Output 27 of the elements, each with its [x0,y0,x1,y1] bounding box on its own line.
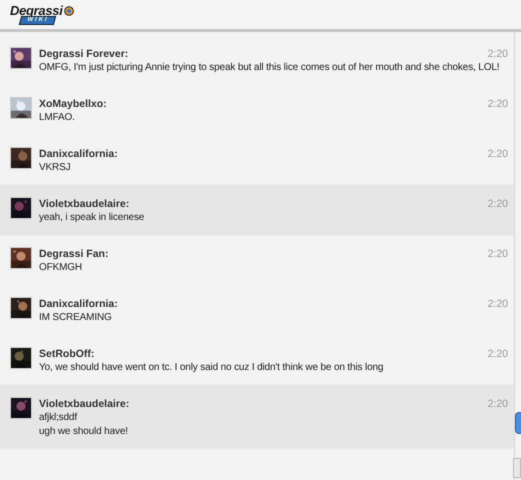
timestamp: 2:20 [488,97,508,111]
logo-text[interactable]: Degrassi [10,4,63,17]
message-text: OMFG, I'm just picturing Annie trying to speak but all this lice comes out of her mouth and she chokes, LOL! [39,61,500,75]
badge-icon [64,6,74,16]
timestamp: 2:20 [488,397,508,411]
author-name: Violetxbaudelaire: [39,397,130,411]
author-name: Danixcalifornia: [39,297,118,311]
message-text: Yo, we should have went on tc. I only said no cuz I didn't think we be on this long [39,361,384,375]
message-text: OFKMGH [39,261,83,275]
message-text: ugh we should have! [39,425,129,439]
timestamp: 2:20 [488,347,508,361]
message-text: IM SCREAMING [39,311,113,325]
message-text: afjkl;sddf [39,411,78,425]
author-name: Degrassi Forever: [39,47,128,61]
timestamp: 2:20 [488,247,508,261]
author-name: Degrassi Fan: [39,247,108,261]
message-text: VKRSJ [39,161,72,175]
author-name: Danixcalifornia: [39,147,118,161]
timestamp: 2:20 [488,147,508,161]
timestamp: 2:20 [488,297,508,311]
timestamp: 2:20 [488,47,508,61]
message-text: LMFAO. [39,111,76,125]
timestamp: 2:20 [488,197,508,211]
author-name: XoMaybellxo: [39,97,107,111]
message-text: yeah, i speak in licenese [39,211,146,225]
author-name: SetRobOff: [39,347,94,361]
author-name: Violetxbaudelaire: [39,197,130,211]
